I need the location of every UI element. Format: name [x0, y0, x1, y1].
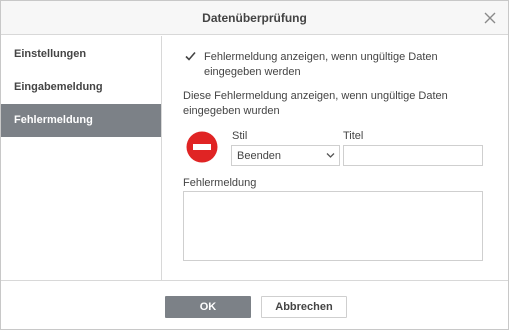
data-validation-dialog: Datenüberprüfung Einstellungen Eingabeme…	[0, 0, 509, 330]
error-message-textarea[interactable]	[183, 191, 483, 261]
show-error-checkbox[interactable]	[184, 50, 197, 63]
sidebar-item-label: Einstellungen	[14, 48, 87, 60]
title-input[interactable]	[343, 145, 483, 166]
sidebar: Einstellungen Eingabemeldung Fehlermeldu…	[1, 36, 162, 280]
sidebar-item-einstellungen[interactable]: Einstellungen	[1, 38, 161, 71]
sidebar-item-label: Fehlermeldung	[14, 114, 93, 126]
checkmark-icon	[185, 51, 196, 61]
title-label: Titel	[343, 130, 364, 142]
sidebar-item-eingabemeldung[interactable]: Eingabemeldung	[1, 71, 161, 104]
close-icon	[484, 12, 496, 24]
error-description-text: Diese Fehlermeldung anzeigen, wenn ungül…	[183, 90, 448, 117]
cancel-button[interactable]: Abbrechen	[261, 296, 347, 318]
style-select[interactable]: Beenden	[231, 145, 340, 166]
ok-button[interactable]: OK	[165, 296, 251, 318]
dialog-footer: OK Abbrechen	[1, 280, 508, 329]
stop-icon	[186, 131, 218, 163]
sidebar-item-fehlermeldung[interactable]: Fehlermeldung	[1, 104, 161, 137]
sidebar-item-label: Eingabemeldung	[14, 81, 103, 93]
close-button[interactable]	[482, 10, 498, 26]
dialog-titlebar: Datenüberprüfung	[1, 1, 508, 35]
error-message-label: Fehlermeldung	[183, 177, 257, 189]
dialog-title: Datenüberprüfung	[202, 11, 307, 25]
style-label: Stil	[232, 130, 248, 142]
style-select-value: Beenden	[237, 150, 282, 162]
chevron-down-icon	[326, 153, 335, 158]
show-error-checkbox-label[interactable]: Fehlermeldung anzeigen, wenn ungültige D…	[204, 50, 484, 80]
